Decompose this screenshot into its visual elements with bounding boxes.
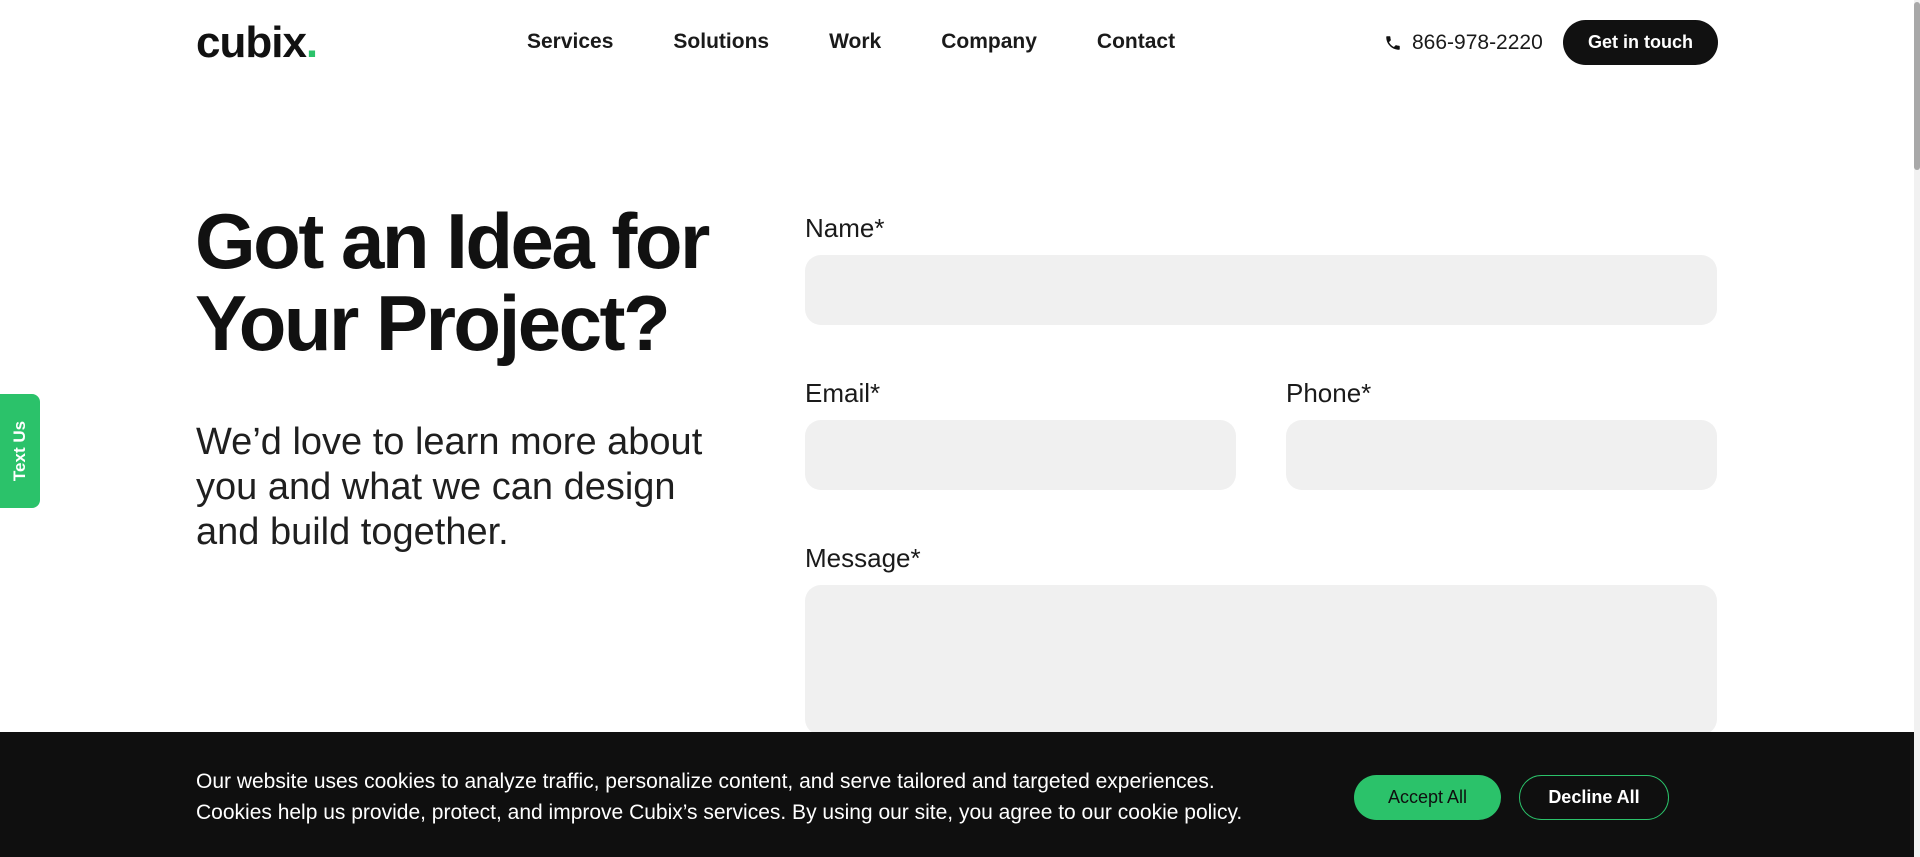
accept-all-button[interactable]: Accept All [1354, 775, 1501, 820]
get-in-touch-button[interactable]: Get in touch [1563, 20, 1718, 65]
phone-link[interactable]: 866-978-2220 [1384, 29, 1543, 57]
hero-subtitle: We’d love to learn more about you and wh… [196, 421, 703, 553]
main-nav: Services Solutions Work Company Contact [527, 28, 1175, 56]
cookie-message: Our website uses cookies to analyze traf… [196, 766, 1246, 828]
phone-icon [1386, 36, 1400, 50]
text-us-label: Text Us [10, 420, 29, 482]
nav-work[interactable]: Work [829, 28, 881, 56]
decline-all-button[interactable]: Decline All [1519, 775, 1669, 820]
nav-contact[interactable]: Contact [1097, 28, 1175, 56]
message-label: Message* [805, 543, 921, 573]
hero-title: Got an Idea for Your Project? [195, 200, 755, 364]
phone-field[interactable] [1286, 420, 1717, 490]
phone-label: Phone* [1286, 378, 1372, 408]
nav-company[interactable]: Company [941, 28, 1037, 56]
page-scrollbar[interactable] [1914, 0, 1920, 857]
email-label: Email* [805, 378, 881, 408]
site-header: cubix. Services Solutions Work Company C… [0, 0, 1914, 86]
logo-dot: . [305, 18, 318, 67]
cookie-banner: Our website uses cookies to analyze traf… [0, 732, 1914, 857]
name-field[interactable] [805, 255, 1717, 325]
hero-title-line2: Your Project? [195, 279, 671, 367]
scrollbar-thumb[interactable] [1914, 2, 1920, 170]
phone-number: 866-978-2220 [1412, 31, 1543, 54]
nav-services[interactable]: Services [527, 28, 613, 56]
cookie-line-1: Our website uses cookies to analyze traf… [196, 770, 1215, 793]
email-field[interactable] [805, 420, 1236, 490]
text-us-tab[interactable]: Text Us [0, 394, 40, 508]
name-label: Name* [805, 213, 885, 243]
logo-text: cubix [196, 18, 307, 67]
cubix-logo[interactable]: cubix. [196, 18, 318, 68]
cookie-line-2: Cookies help us provide, protect, and im… [196, 801, 1243, 824]
nav-solutions[interactable]: Solutions [673, 28, 769, 56]
message-field[interactable] [805, 585, 1717, 735]
hero-title-line1: Got an Idea for [195, 197, 710, 285]
